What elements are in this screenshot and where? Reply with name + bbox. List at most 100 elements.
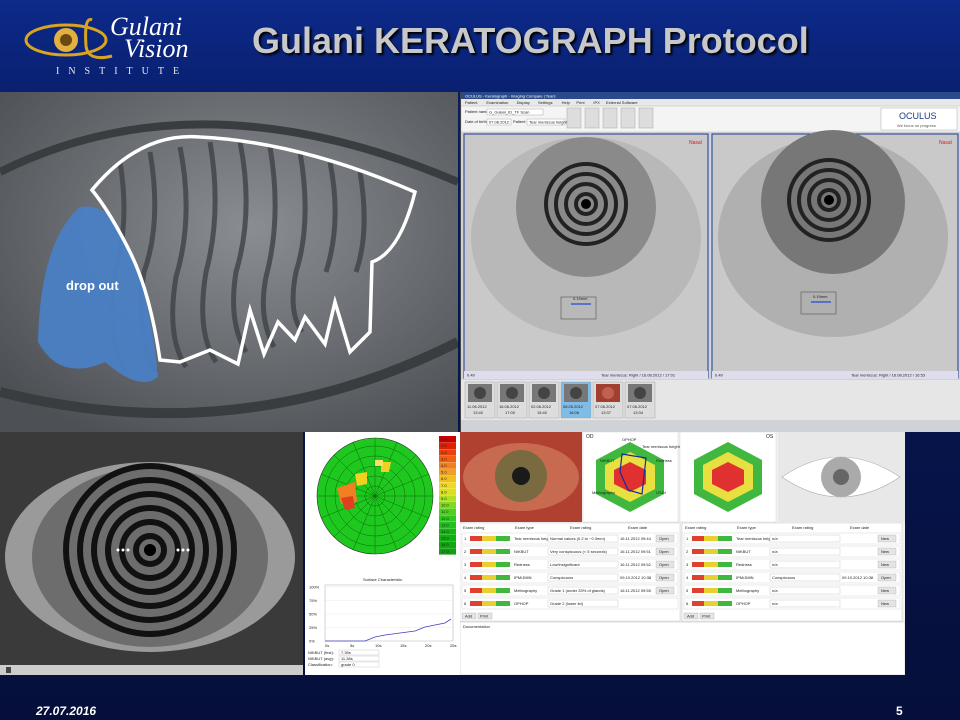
row-exam-type: OPHOP <box>514 601 529 606</box>
print-button-label: Print <box>702 614 711 619</box>
rating-select[interactable] <box>769 547 841 556</box>
measure-tool-icon[interactable] <box>620 107 636 129</box>
graph-field-label: NIKBUT (avg): <box>308 656 334 661</box>
thumbnail-date: 07.06.2012 <box>595 404 616 409</box>
scale-label: 9.0 <box>441 496 447 501</box>
graph-x-label: 10s <box>375 643 381 648</box>
graph-field-value: 11.38s <box>341 656 353 661</box>
thumbnail-time: 13:37 <box>601 410 612 415</box>
graph-title: Surface Characteristic <box>363 577 402 582</box>
add-button-label: Add <box>687 614 694 619</box>
thumbnail-1[interactable]: 16.06.201217:00 <box>496 381 528 419</box>
scale-label: 11.0 <box>441 509 449 514</box>
row-button-label: New <box>881 536 889 541</box>
menu-item-0[interactable]: Patient <box>465 100 478 105</box>
rating-select[interactable] <box>769 599 841 608</box>
documentation-area[interactable] <box>460 621 905 675</box>
heatmap-svg: 0.01.0 2.03.0 4.0 5.06.0 7.08.0 9.0 10.011.0 12… <box>305 432 460 575</box>
os-label: OS <box>766 434 774 440</box>
add-button-label: Add <box>465 614 472 619</box>
compare-tool-icon[interactable] <box>638 107 654 129</box>
row-rating: n/a <box>772 562 778 567</box>
thumbnail-3[interactable]: 08.05.201216:06 <box>560 381 592 419</box>
thumbnail-4[interactable]: 07.06.201213:37 <box>592 381 624 419</box>
table-header: Exam rating <box>570 525 591 530</box>
scale-label: 10.0 <box>441 503 450 508</box>
graph-y-label: 100% <box>309 585 320 590</box>
slide-page-number: 5 <box>896 704 903 718</box>
tear-film-svg: drop out <box>0 92 458 432</box>
graph-x-label: 15s <box>400 643 406 648</box>
row-button-label: Open <box>659 562 669 567</box>
table-row: 4 IPM/JMIN Conspicuous 09.10.2012 10:38 Open <box>461 571 679 584</box>
table-row: 4 IPM/JMIN Conspicuous 09.10.2012 10:38 Open <box>683 571 901 584</box>
row-button-label: Open <box>659 588 669 593</box>
graph-x-label: 25s <box>450 643 456 648</box>
radar-axis-label: Meibography <box>592 490 615 495</box>
menu-item-2[interactable]: Display <box>517 100 530 105</box>
crosshair-tool-icon[interactable] <box>602 107 618 129</box>
table-header: Exam rating <box>685 525 706 530</box>
graph-field-value: grade 0 <box>341 662 355 667</box>
row-date: 16.11.2012 09:52 <box>620 562 652 567</box>
thumbnail-date: 08.05.2012 <box>563 404 584 409</box>
thumbnail-time: 17:00 <box>505 410 516 415</box>
graph-x-label: 0s <box>325 643 329 648</box>
menu-item-7[interactable]: External Software <box>606 100 638 105</box>
thumbnail-time: 15:40 <box>537 410 548 415</box>
row-rating: Very conspicuous (< 5 seconds) <box>550 549 607 554</box>
menu-item-6[interactable]: IPX <box>593 100 600 105</box>
thumbnail-5[interactable]: 07.06.201213:34 <box>624 381 656 419</box>
row-date: 16.11.2012 09:55 <box>620 588 652 593</box>
row-rating: Low/Insignificant <box>550 562 580 567</box>
scale-label: 15.0 <box>441 536 450 541</box>
tear-film-image: drop out <box>0 92 458 432</box>
radar-axis-label: Tear meniscus height <box>642 444 681 449</box>
patient-name-value: G_Gulani_ID_TF Scan <box>489 110 529 115</box>
scale-label: 14.0 <box>441 529 450 534</box>
meniscus-left-value: 0.19mm <box>573 296 588 301</box>
table-row: 6 OPHOP n/a New <box>683 597 901 610</box>
rating-select[interactable] <box>769 534 841 543</box>
right-eye-view: 0.19mm Nasal 0.49 Tear meniscus: Right /… <box>711 130 959 379</box>
os-radar: OS <box>679 432 777 523</box>
od-label: OD <box>586 434 594 440</box>
row-date: 16.11.2012 09:44 <box>620 536 652 541</box>
row-rating: Conspicuous <box>772 575 795 580</box>
menu-item-5[interactable]: Print <box>576 100 585 105</box>
table-header: Exam type <box>737 525 757 530</box>
row-rating: Conspicuous <box>550 575 573 580</box>
rating-select[interactable] <box>769 560 841 569</box>
row-exam-type: Meibography <box>736 588 759 593</box>
play-icon[interactable] <box>6 667 11 673</box>
os-exam-table: Exam rating Exam type Exam rating Exam date… <box>681 522 903 622</box>
zoom-tool-icon[interactable] <box>584 107 600 129</box>
menu-item-1[interactable]: Examination <box>486 100 508 105</box>
hand-tool-icon[interactable] <box>566 107 582 129</box>
graph-svg: Surface Characteristic 100% 75% 50% 25% 0% 0s… <box>305 575 460 675</box>
row-button-label: Open <box>881 575 891 580</box>
row-date: 09.10.2012 10:38 <box>620 575 652 580</box>
row-exam-type: Tear meniscus height <box>514 536 553 541</box>
radar-axis-label: OSDI <box>656 490 666 495</box>
app-menu: Patient Examination Display Settings Help Pri… <box>465 100 638 105</box>
menu-item-3[interactable]: Settings <box>538 100 552 105</box>
footer: 27.07.2016 5 <box>0 700 960 720</box>
menu-item-4[interactable]: Help <box>562 100 571 105</box>
left-nasal-label: Nasal <box>689 140 702 146</box>
oculus-brand: OCULUS <box>899 111 937 121</box>
rating-select[interactable] <box>769 586 841 595</box>
row-rating: Grade 2 (lower lid) <box>550 601 584 606</box>
dropout-label: drop out <box>66 278 119 293</box>
thumbnail-0[interactable]: 11.06.201213:40 <box>464 381 496 419</box>
graph-field-value: 7.39s <box>341 650 351 655</box>
app-title: OCULUS - Keratograph - Imaging Compare |… <box>465 94 556 99</box>
thumbnail-2[interactable]: 02.06.201215:40 <box>528 381 560 419</box>
oculus-tagline: We focus on progress <box>897 123 936 128</box>
toolbar <box>566 107 654 129</box>
patient-id-value: Tear meniscus height <box>529 120 568 125</box>
row-button-label: New <box>881 588 889 593</box>
scale-label: 6.0 <box>441 476 447 481</box>
slide-title: Gulani KERATOGRAPH Protocol <box>252 20 809 61</box>
table-row: 2 NIKBUT Very conspicuous (< 5 seconds) 16.… <box>461 545 679 558</box>
